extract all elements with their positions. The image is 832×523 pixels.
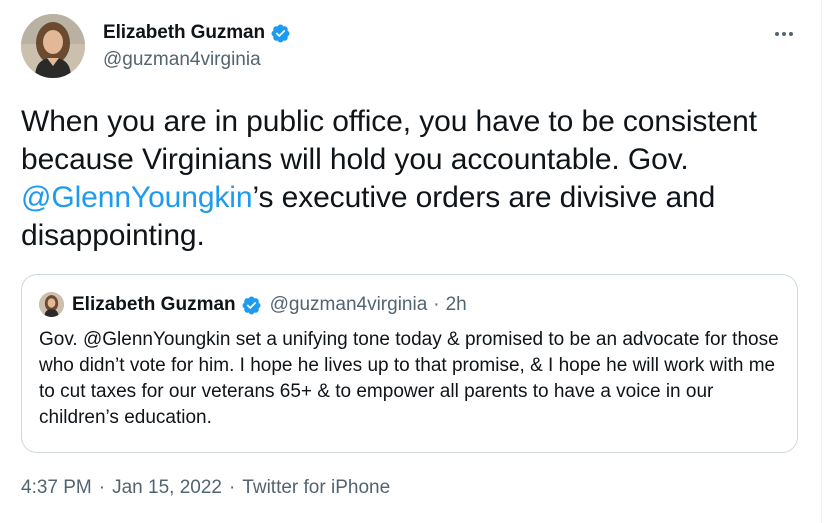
quoted-avatar-photo bbox=[39, 292, 64, 317]
quoted-tweet[interactable]: Elizabeth Guzman @guzman4virginia · 2h G… bbox=[21, 274, 798, 453]
author-name-row[interactable]: Elizabeth Guzman bbox=[103, 20, 291, 46]
separator-dot: · bbox=[98, 477, 106, 498]
quoted-timestamp: 2h bbox=[445, 294, 467, 315]
tweet-metadata: 4:37 PM · Jan 15, 2022 · Twitter for iPh… bbox=[21, 477, 390, 499]
tweet-time[interactable]: 4:37 PM bbox=[21, 477, 92, 499]
author-name[interactable]: Elizabeth Guzman bbox=[103, 22, 265, 44]
verified-badge-icon bbox=[270, 23, 291, 44]
more-horizontal-icon bbox=[775, 32, 793, 36]
separator-dot: · bbox=[228, 477, 236, 498]
quoted-header: Elizabeth Guzman @guzman4virginia · 2h bbox=[72, 292, 467, 318]
avatar[interactable] bbox=[21, 14, 85, 78]
tweet-card: Elizabeth Guzman @guzman4virginia When y… bbox=[0, 0, 832, 523]
tweet-text: When you are in public office, you have … bbox=[21, 103, 811, 255]
quoted-author-name: Elizabeth Guzman bbox=[72, 294, 236, 315]
quoted-author-handle: @guzman4virginia bbox=[269, 294, 428, 315]
quoted-tweet-text: Gov. @GlennYoungkin set a unifying tone … bbox=[39, 329, 779, 428]
author-handle[interactable]: @guzman4virginia bbox=[103, 49, 261, 71]
quoted-avatar bbox=[39, 292, 64, 317]
separator-dot: · bbox=[433, 294, 440, 315]
more-options-button[interactable] bbox=[770, 22, 798, 46]
tweet-text-part-1: When you are in public office, you have … bbox=[21, 105, 757, 176]
mention-link[interactable]: @GlennYoungkin bbox=[21, 181, 253, 214]
tweet-source[interactable]: Twitter for iPhone bbox=[242, 477, 390, 499]
verified-badge-icon bbox=[241, 295, 262, 316]
avatar-photo bbox=[21, 14, 85, 78]
divider bbox=[821, 0, 822, 523]
tweet-date[interactable]: Jan 15, 2022 bbox=[112, 477, 222, 499]
